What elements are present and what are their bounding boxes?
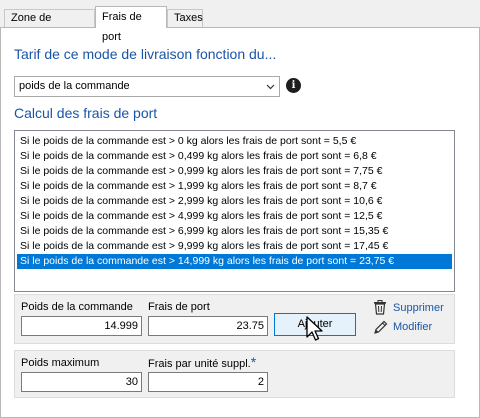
list-item[interactable]: Si le poids de la commande est > 0 kg al… bbox=[17, 134, 452, 149]
list-item[interactable]: Si le poids de la commande est > 4,999 k… bbox=[17, 209, 452, 224]
fee-input[interactable]: 23.75 bbox=[148, 316, 268, 336]
tab-frais-de-port[interactable]: Frais de port bbox=[95, 6, 167, 43]
modify-link[interactable]: Modifier bbox=[393, 321, 432, 333]
fee-label: Frais de port bbox=[148, 301, 210, 313]
weight-label: Poids de la commande bbox=[21, 301, 133, 313]
weight-input[interactable]: 14.999 bbox=[21, 316, 142, 336]
fee-per-unit-input[interactable]: 2 bbox=[148, 372, 268, 392]
required-mark: * bbox=[250, 354, 257, 370]
trash-icon[interactable] bbox=[373, 300, 387, 315]
list-item[interactable]: Si le poids de la commande est > 9,999 k… bbox=[17, 239, 452, 254]
tab-zone-de-livraison[interactable]: Zone de livraison bbox=[4, 9, 95, 41]
list-item[interactable]: Si le poids de la commande est > 6,999 k… bbox=[17, 224, 452, 239]
tariff-heading: Tarif de ce mode de livraison fonction d… bbox=[14, 46, 277, 62]
fees-heading: Calcul des frais de port bbox=[14, 105, 158, 121]
fee-rules-list[interactable]: Si le poids de la commande est > 0 kg al… bbox=[14, 130, 455, 292]
max-weight-input[interactable]: 30 bbox=[21, 372, 142, 392]
pencil-icon[interactable] bbox=[373, 320, 388, 335]
info-icon[interactable]: i bbox=[286, 78, 301, 93]
chevron-down-icon bbox=[266, 84, 275, 90]
tab-taxes[interactable]: Taxes bbox=[167, 9, 203, 28]
fee-per-unit-label: Frais par unité suppl.* bbox=[148, 354, 257, 370]
tariff-basis-select[interactable]: poids de la commande bbox=[14, 76, 280, 97]
max-weight-label: Poids maximum bbox=[21, 357, 100, 369]
delete-link[interactable]: Supprimer bbox=[393, 302, 444, 314]
list-item[interactable]: Si le poids de la commande est > 2,999 k… bbox=[17, 194, 452, 209]
tariff-basis-value: poids de la commande bbox=[19, 80, 130, 92]
list-item[interactable]: Si le poids de la commande est > 0,999 k… bbox=[17, 164, 452, 179]
list-item[interactable]: Si le poids de la commande est > 0,499 k… bbox=[17, 149, 452, 164]
tab-bar: Zone de livraison Frais de port Taxes bbox=[0, 0, 480, 43]
add-button[interactable]: Ajouter bbox=[274, 313, 356, 336]
list-item-selected[interactable]: Si le poids de la commande est > 14,999 … bbox=[17, 254, 452, 269]
list-item[interactable]: Si le poids de la commande est > 1,999 k… bbox=[17, 179, 452, 194]
fee-per-unit-text: Frais par unité suppl. bbox=[148, 358, 251, 370]
